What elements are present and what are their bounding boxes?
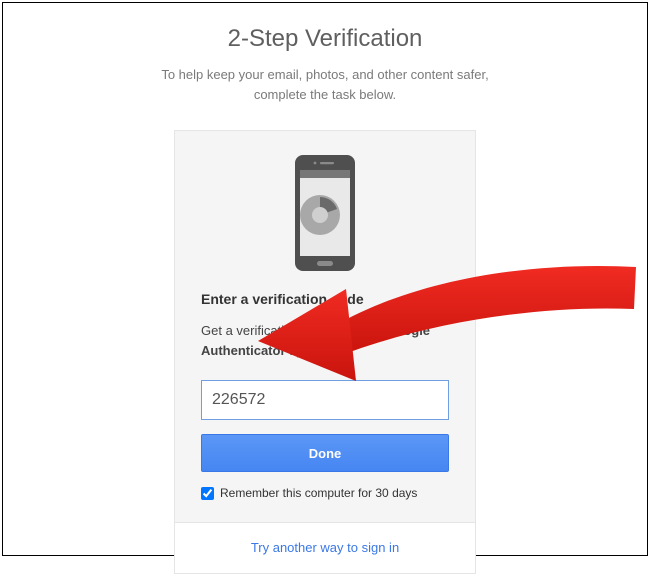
subtitle-line-2: complete the task below. xyxy=(254,87,396,102)
remember-label: Remember this computer for 30 days xyxy=(220,486,417,500)
done-button[interactable]: Done xyxy=(201,434,449,472)
alt-signin-row: Try another way to sign in xyxy=(175,522,475,573)
remember-row[interactable]: Remember this computer for 30 days xyxy=(201,486,449,500)
remember-checkbox[interactable] xyxy=(201,487,214,500)
verification-card-container: Enter a verification code Get a verifica… xyxy=(174,130,476,574)
phone-authenticator-icon xyxy=(289,153,361,273)
subtitle-line-1: To help keep your email, photos, and oth… xyxy=(161,67,488,82)
page-subtitle: To help keep your email, photos, and oth… xyxy=(3,65,647,104)
page-title: 2-Step Verification xyxy=(3,25,647,53)
card-description: Get a verification code from the Google … xyxy=(201,321,449,360)
verification-card: Enter a verification code Get a verifica… xyxy=(175,131,475,522)
try-another-way-link[interactable]: Try another way to sign in xyxy=(251,540,399,555)
desc-suffix: app xyxy=(286,343,311,358)
viewport-frame: 2-Step Verification To help keep your em… xyxy=(2,2,648,556)
desc-prefix: Get a verification code from the xyxy=(201,323,385,338)
card-heading: Enter a verification code xyxy=(201,291,449,307)
verification-code-input[interactable] xyxy=(201,380,449,420)
